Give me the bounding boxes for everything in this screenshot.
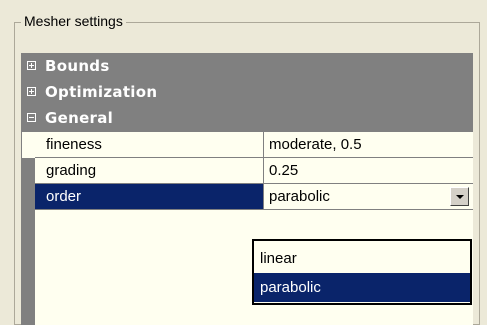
dropdown-option-linear[interactable]: linear bbox=[254, 244, 470, 273]
combo-dropdown-button[interactable] bbox=[450, 187, 469, 206]
property-row-fineness[interactable]: fineness moderate, 0.5 bbox=[35, 132, 473, 158]
category-general[interactable]: General bbox=[22, 106, 473, 132]
category-optimization[interactable]: Optimization bbox=[22, 80, 473, 106]
order-dropdown-list[interactable]: linear parabolic bbox=[252, 239, 472, 305]
property-row-grading[interactable]: grading 0.25 bbox=[35, 158, 473, 184]
collapse-minus-icon[interactable] bbox=[27, 113, 36, 122]
property-value[interactable]: moderate, 0.5 bbox=[264, 132, 473, 158]
group-title: Mesher settings bbox=[21, 13, 126, 29]
property-name: grading bbox=[35, 158, 264, 184]
dropdown-option-parabolic[interactable]: parabolic bbox=[254, 273, 470, 302]
chevron-down-icon bbox=[456, 195, 464, 199]
property-gutter bbox=[22, 158, 35, 325]
expand-plus-icon[interactable] bbox=[27, 61, 36, 70]
category-label: Optimization bbox=[45, 83, 158, 101]
property-name: fineness bbox=[35, 132, 264, 158]
property-name: order bbox=[35, 184, 264, 210]
category-label: General bbox=[45, 109, 114, 127]
order-combo-value[interactable]: parabolic bbox=[264, 184, 473, 210]
category-label: Bounds bbox=[45, 57, 110, 75]
category-bounds[interactable]: Bounds bbox=[22, 54, 473, 80]
property-value[interactable]: 0.25 bbox=[264, 158, 473, 184]
expand-plus-icon[interactable] bbox=[27, 87, 36, 96]
property-row-order[interactable]: order parabolic bbox=[35, 184, 473, 210]
